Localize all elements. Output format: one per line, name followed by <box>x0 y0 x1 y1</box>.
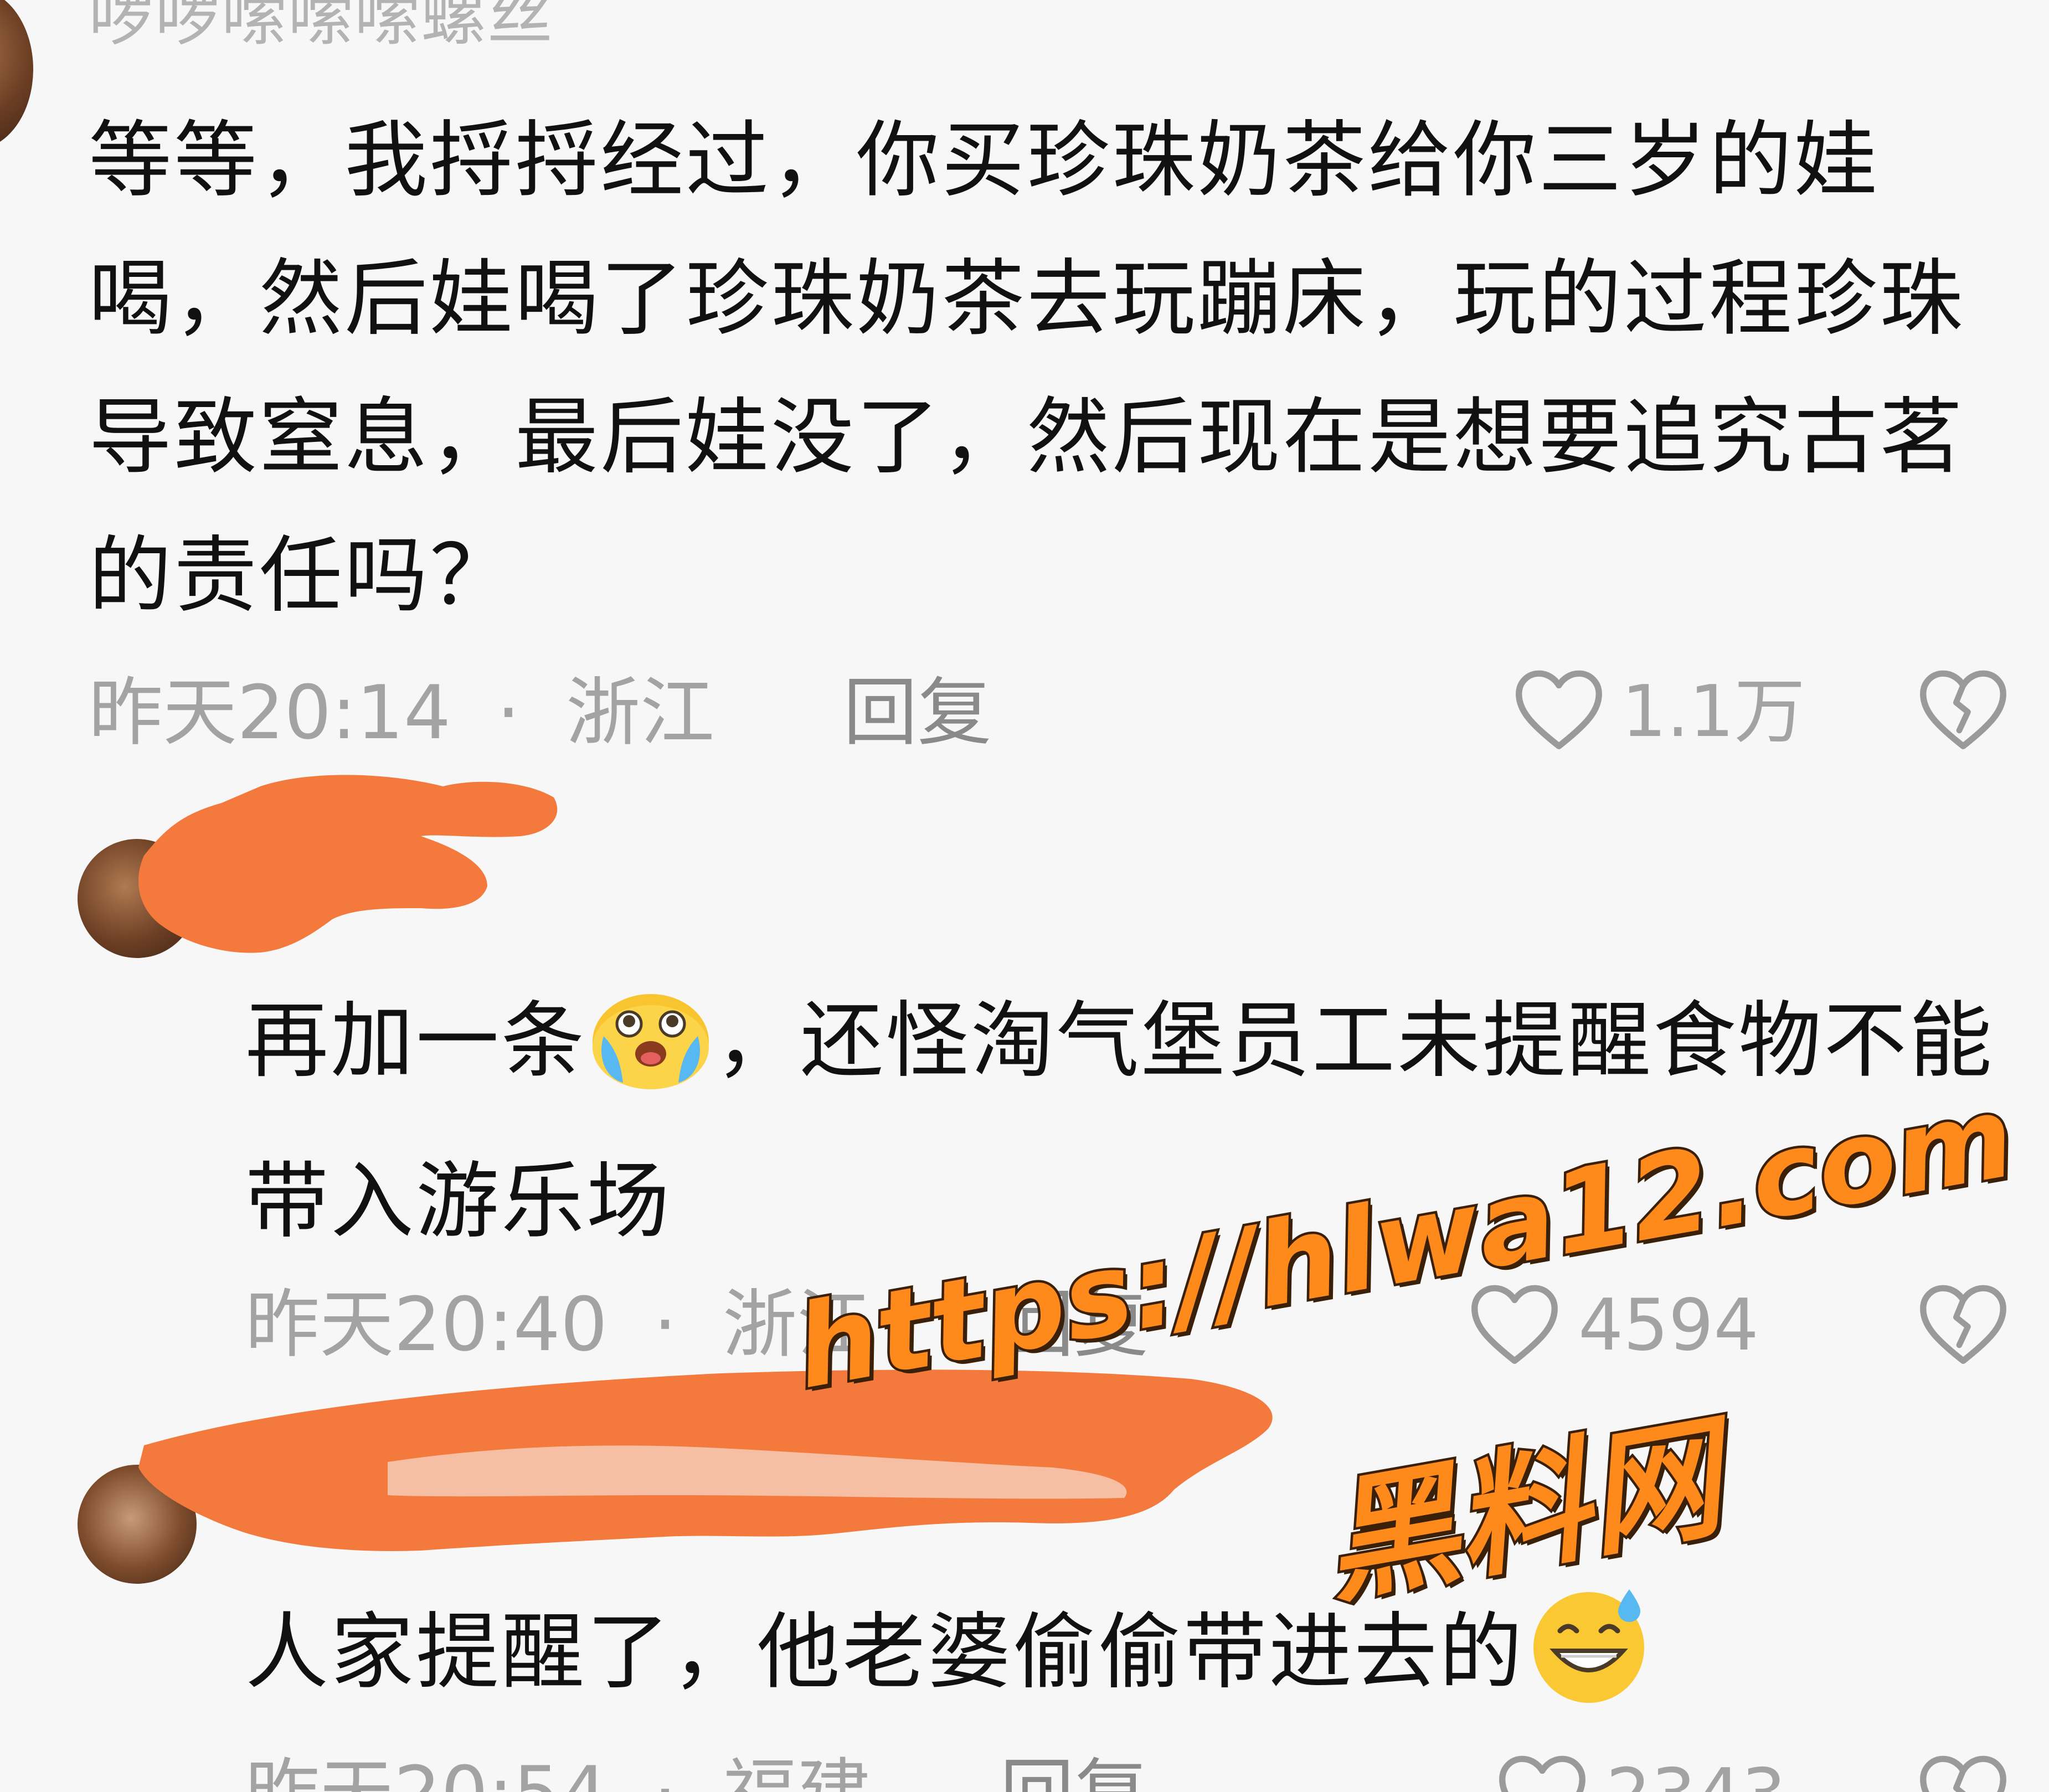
comment-meta: 昨天20:54 · 福建 回复 <box>245 1757 1149 1792</box>
comment-region: 福建 <box>723 1750 871 1792</box>
comment-time: 昨天20:54 <box>245 1750 608 1792</box>
comment-text: 人家提醒了，他老婆偷偷带进去的 <box>245 1581 2017 1744</box>
dislike-broken-heart-icon[interactable] <box>1916 1750 2010 1792</box>
comment-text-part: 人家提醒了，他老婆偷偷带进去的 <box>245 1604 1525 1701</box>
like-count: 2343 <box>1606 1760 1787 1792</box>
comment-thread: 啰啰嗦嗦嗦螺丝 等等，我捋捋经过，你买珍珠奶茶给你三岁的娃喝，然后娃喝了珍珠奶茶… <box>0 0 2049 1792</box>
reply-button[interactable]: 回复 <box>1000 1750 1149 1792</box>
username-redaction-scribble <box>138 1369 1273 1551</box>
meta-separator: · <box>653 1750 677 1792</box>
grinning-sweat-emoji <box>1528 1581 1650 1744</box>
like-heart-icon[interactable] <box>1495 1750 1589 1792</box>
